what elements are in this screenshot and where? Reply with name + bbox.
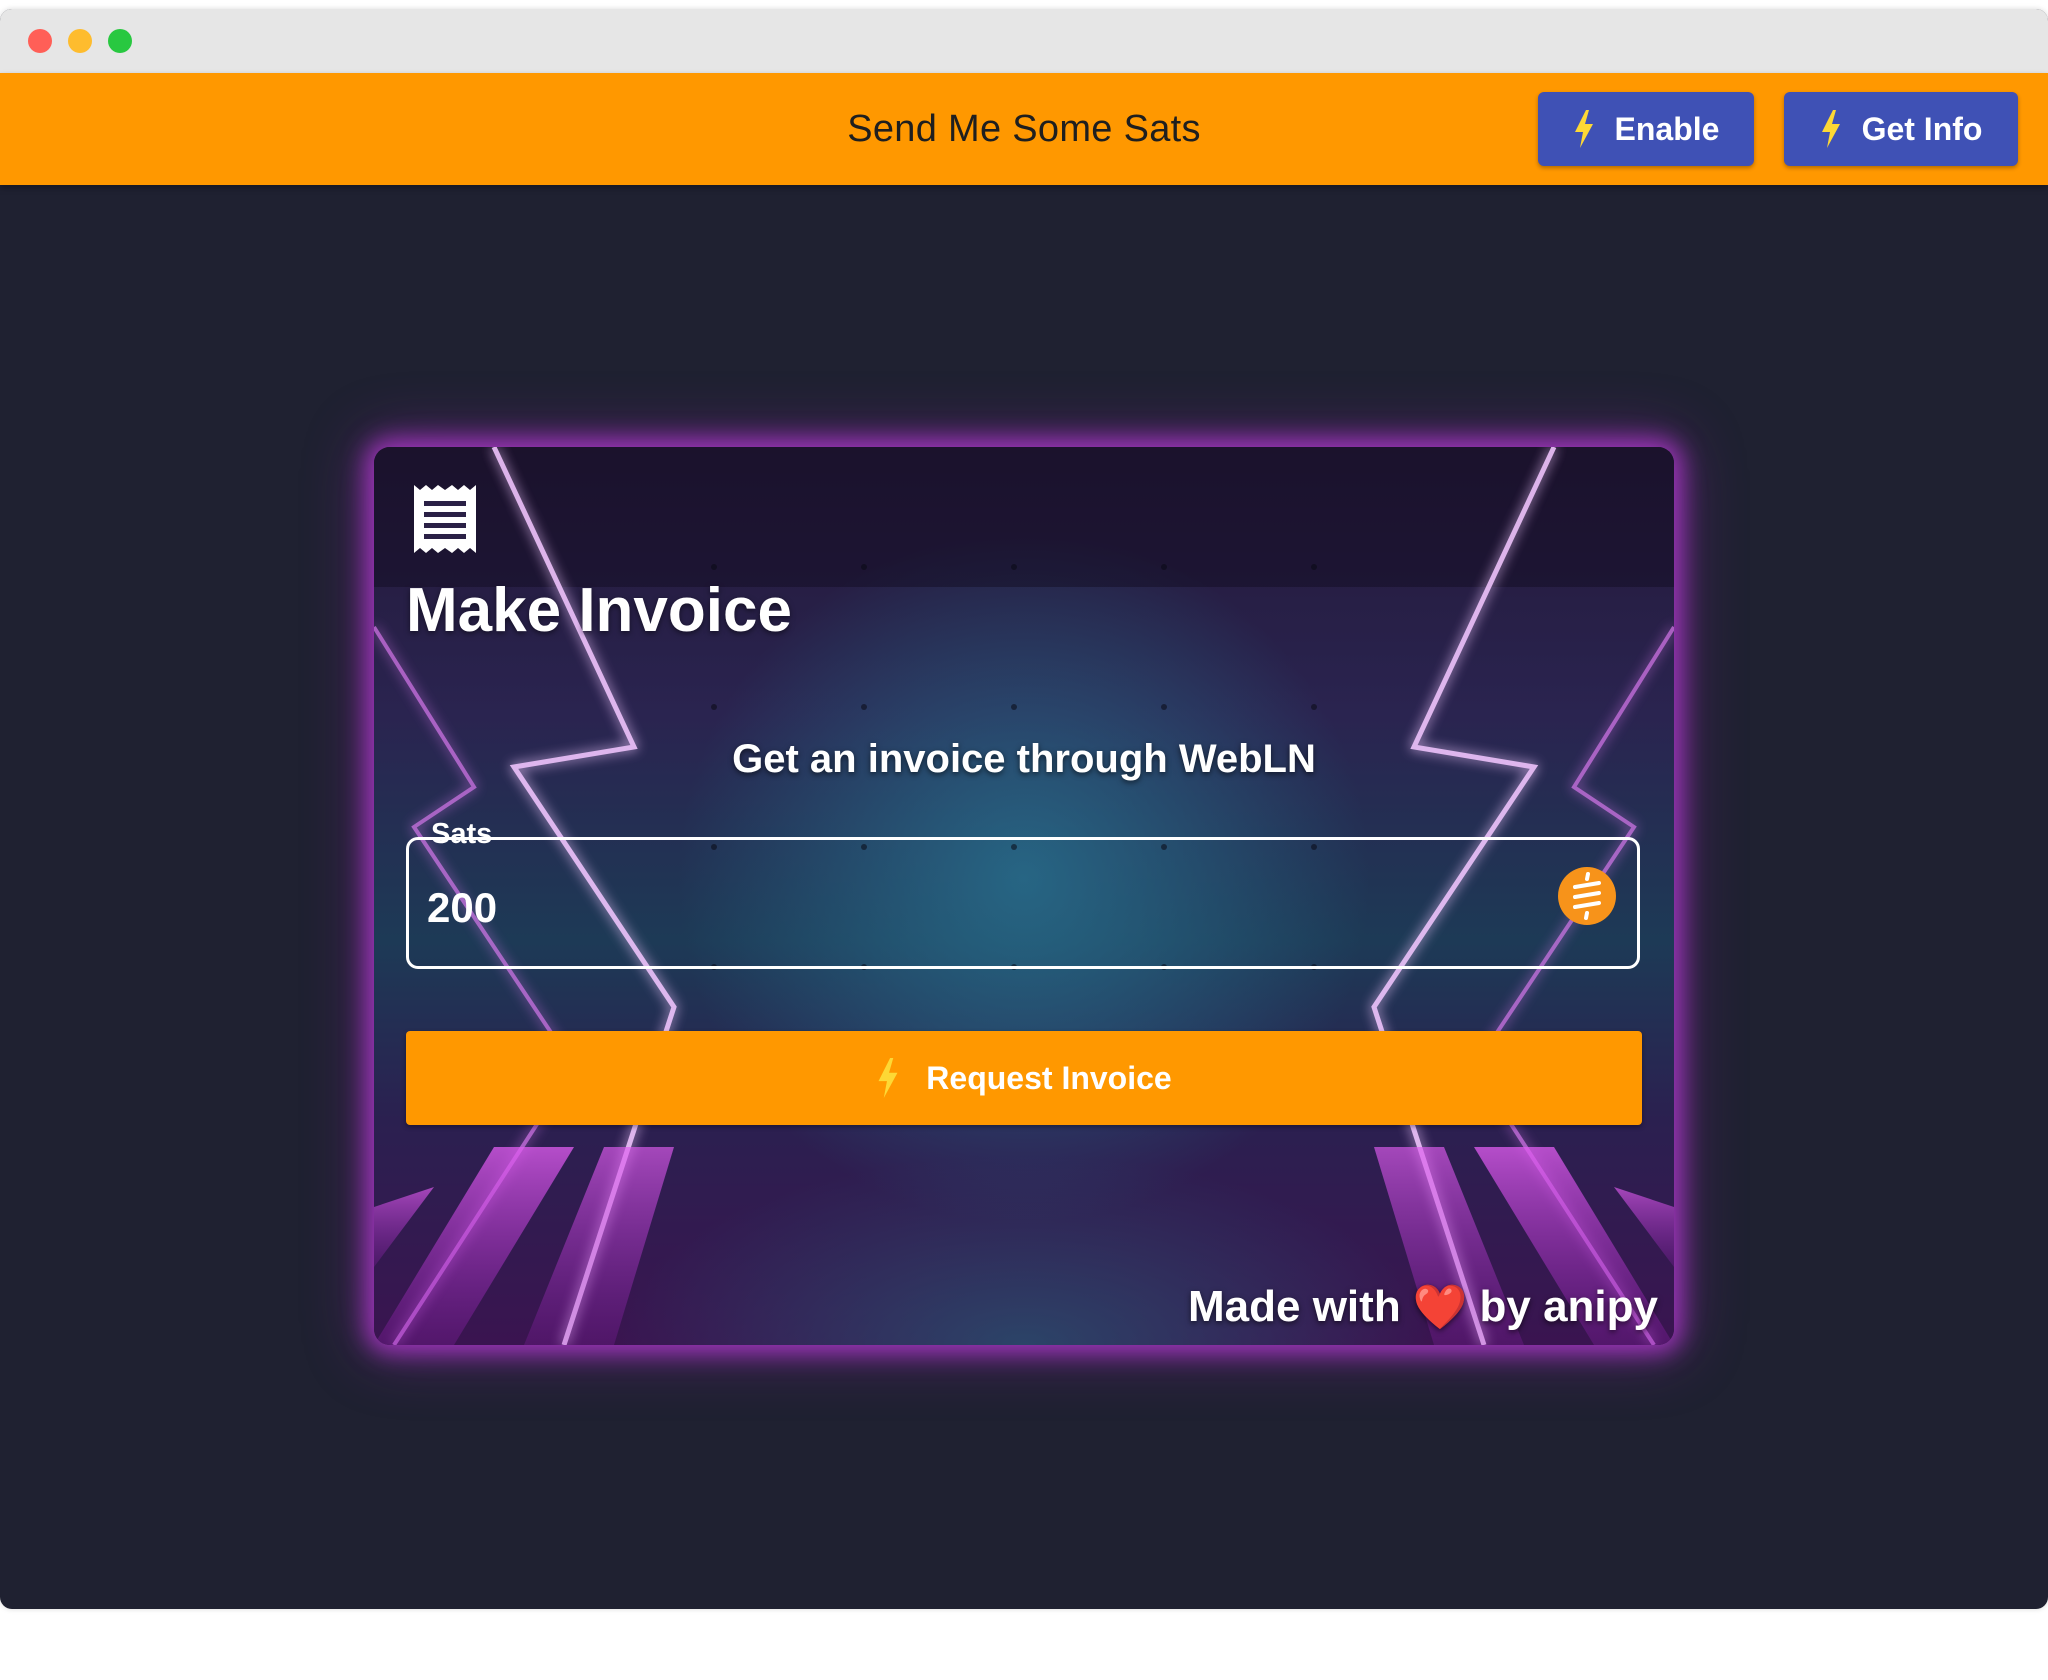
sats-field[interactable]: Sats — [406, 818, 1640, 969]
app-bar: Send Me Some Sats Enable Get Info — [0, 73, 2048, 185]
request-invoice-button[interactable]: Request Invoice — [406, 1031, 1642, 1125]
lightning-bolt-icon — [1573, 110, 1595, 148]
get-info-button[interactable]: Get Info — [1784, 92, 2018, 166]
browser-window: Send Me Some Sats Enable Get Info Make I… — [0, 9, 2048, 1609]
sats-field-label: Sats — [421, 818, 503, 851]
footer-suffix: by anipy — [1479, 1282, 1659, 1331]
enable-button-label: Enable — [1614, 110, 1720, 147]
minimize-window-button[interactable] — [68, 29, 92, 53]
request-invoice-label: Request Invoice — [926, 1059, 1172, 1096]
card-subtitle: Get an invoice through WebLN — [732, 737, 1316, 781]
satoshi-icon — [1557, 866, 1617, 931]
receipt-icon — [414, 485, 476, 558]
lightning-bolt-icon — [1820, 110, 1842, 148]
make-invoice-card: Make Invoice Get an invoice through WebL… — [374, 447, 1674, 1345]
sats-input[interactable] — [427, 878, 1527, 938]
maximize-window-button[interactable] — [108, 29, 132, 53]
close-window-button[interactable] — [28, 29, 52, 53]
lightning-bolt-icon — [876, 1058, 900, 1098]
made-with-footer: Made with ❤️ by anipy — [1188, 1281, 1658, 1333]
card-title: Make Invoice — [406, 576, 792, 645]
window-titlebar — [0, 9, 2048, 73]
heart-icon: ❤️ — [1412, 1283, 1468, 1332]
enable-button[interactable]: Enable — [1538, 92, 1754, 166]
get-info-button-label: Get Info — [1861, 110, 1983, 147]
footer-prefix: Made with — [1188, 1282, 1401, 1331]
